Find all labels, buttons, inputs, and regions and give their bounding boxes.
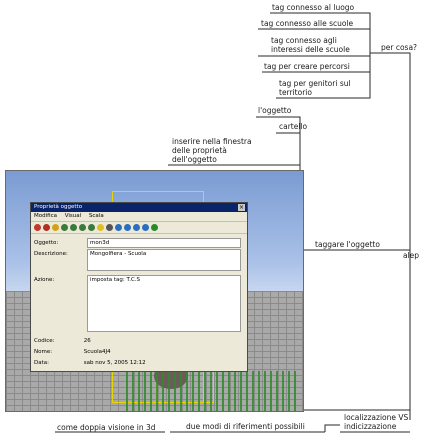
dialog-toolbar	[31, 221, 247, 234]
branch-per-cosa: per cosa?	[381, 43, 418, 52]
zoom-icon[interactable]	[115, 224, 122, 231]
branch-tag-genitori-line1: tag per genitori sul	[279, 79, 351, 88]
field-row-data: Data: sab nov 5, 2005 12:12	[34, 359, 146, 367]
field-label: Codice:	[34, 338, 55, 344]
field-codice: 26	[83, 338, 91, 344]
help-icon[interactable]	[151, 224, 158, 231]
menu-item-scala[interactable]: Scala	[89, 213, 104, 219]
branch-tag-scuole: tag connesso alle scuole	[261, 19, 354, 28]
branch-tag-interessi-line2: interessi delle scuole	[271, 45, 350, 54]
branch-taggare: taggare l'oggetto	[315, 240, 380, 249]
branch-localizzazione-line2: indicizzazione	[344, 422, 397, 431]
zoom-icon[interactable]	[142, 224, 149, 231]
light-icon[interactable]	[97, 224, 104, 231]
field-label: Data:	[34, 360, 49, 366]
open-icon[interactable]	[52, 224, 59, 231]
field-row-oggetto: Oggetto:	[34, 239, 82, 247]
dialog-menu: Modifica Visual Scala	[31, 212, 247, 221]
field-row-azione: Azione:	[34, 276, 82, 284]
branch-alep: alep	[403, 251, 420, 260]
arrow-icon[interactable]	[88, 224, 95, 231]
field-row-descrizione: Descrizione:	[34, 250, 82, 258]
stop-icon[interactable]	[34, 224, 41, 231]
branch-inserire-line3: dell'oggetto	[172, 155, 217, 164]
field-label: Azione:	[34, 277, 55, 283]
branch-inserire-line2: delle proprietà	[172, 146, 227, 155]
branch-inserire-line1: inserire nella finestra	[172, 137, 252, 146]
branch-tag-interessi-line1: tag connesso agli	[271, 36, 337, 45]
menu-item-visual[interactable]: Visual	[65, 213, 81, 219]
dialog-title: Proprietà oggetto	[34, 204, 83, 210]
arrow-icon[interactable]	[70, 224, 77, 231]
zoom-icon[interactable]	[124, 224, 131, 231]
menu-item-modifica[interactable]: Modifica	[34, 213, 57, 219]
branch-doppia-visione: come doppia visione in 3d	[57, 423, 156, 432]
branch-tag-genitori-line2: territorio	[279, 88, 312, 97]
arrow-icon[interactable]	[61, 224, 68, 231]
field-oggetto[interactable]: mon3d	[87, 238, 241, 248]
branch-oggetto: l'oggetto	[258, 106, 292, 115]
field-data: sab nov 5, 2005 12:12	[83, 360, 146, 366]
branch-localizzazione-line1: localizzazione VS	[344, 413, 409, 422]
field-label: Oggetto:	[34, 240, 59, 246]
field-label: Nome:	[34, 349, 53, 355]
properties-dialog: Proprietà oggetto × Modifica Visual Scal…	[30, 202, 248, 372]
text-icon[interactable]	[106, 224, 113, 231]
field-label: Descrizione:	[34, 251, 68, 257]
embedded-3d-screenshot: Proprietà oggetto × Modifica Visual Scal…	[5, 170, 304, 412]
branch-tag-luogo: tag connesso al luogo	[272, 3, 355, 12]
dialog-titlebar: Proprietà oggetto ×	[31, 203, 247, 212]
field-descrizione[interactable]: Mongolfiera - Scuola	[87, 249, 241, 271]
zoom-icon[interactable]	[133, 224, 140, 231]
field-nome: Scuola4J4	[83, 349, 111, 355]
field-row-nome: Nome: Scuola4J4	[34, 348, 111, 356]
branch-tag-percorsi: tag per creare percorsi	[264, 62, 350, 71]
close-icon[interactable]: ×	[238, 204, 245, 211]
delete-icon[interactable]	[43, 224, 50, 231]
field-azione[interactable]: imposta tag: T.C.S	[87, 275, 241, 332]
branch-due-modi: due modi di riferimenti possibili	[186, 422, 305, 431]
branch-cartello: cartello	[279, 122, 308, 131]
arrow-icon[interactable]	[79, 224, 86, 231]
grass-field	[126, 371, 296, 411]
field-row-codice: Codice: 26	[34, 337, 91, 345]
